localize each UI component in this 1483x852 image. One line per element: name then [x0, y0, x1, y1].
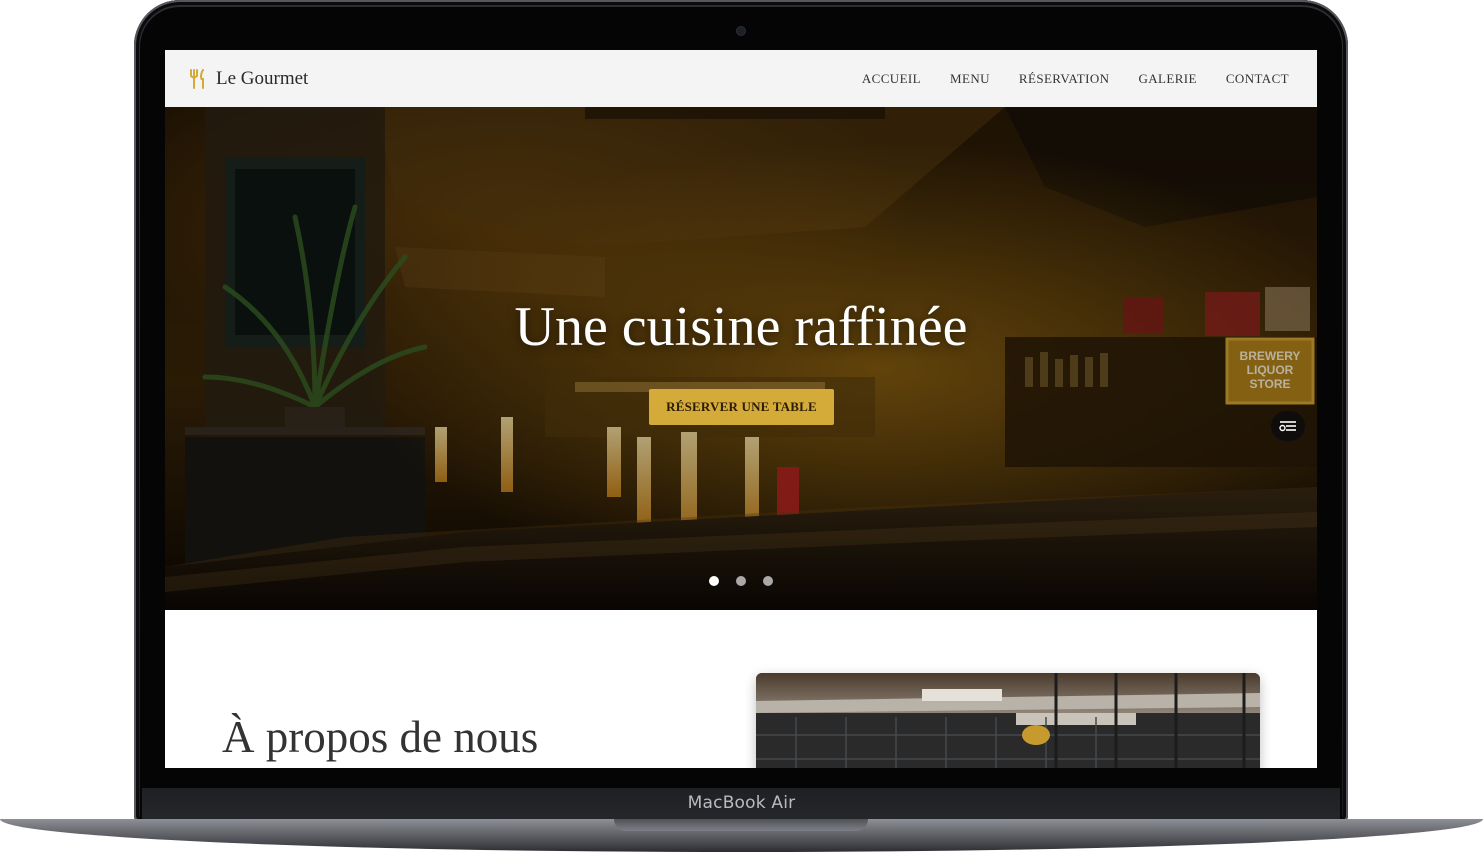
slider-dot-3[interactable] — [763, 576, 773, 586]
brand-logo[interactable]: Le Gourmet — [189, 68, 308, 90]
device-label: MacBook Air — [687, 793, 796, 813]
about-heading: À propos de nous — [222, 712, 539, 762]
fork-knife-icon — [190, 68, 204, 89]
brand-name: Le Gourmet — [216, 67, 309, 89]
main-nav: ACCUEIL MENU RÉSERVATION GALERIE CONTACT — [862, 71, 1289, 87]
nav-link-accueil[interactable]: ACCUEIL — [862, 71, 921, 87]
slider-dot-2[interactable] — [736, 576, 746, 586]
slider-dot-1[interactable] — [709, 576, 719, 586]
filter-sliders-icon — [1279, 421, 1296, 432]
kitchen-image — [756, 673, 1260, 768]
nav-link-contact[interactable]: CONTACT — [1226, 71, 1289, 87]
kitchen-photo — [756, 673, 1260, 768]
hero-title: Une cuisine raffinée — [514, 296, 968, 358]
nav-link-reservation[interactable]: RÉSERVATION — [1019, 71, 1110, 87]
nav-link-menu[interactable]: MENU — [950, 71, 990, 87]
filter-button[interactable] — [1271, 411, 1305, 441]
camera-icon — [737, 27, 745, 35]
nav-link-galerie[interactable]: GALERIE — [1138, 71, 1196, 87]
laptop-hinge-notch — [614, 819, 868, 831]
website-screen: Le Gourmet ACCUEIL MENU RÉSERVATION GALE… — [165, 50, 1317, 768]
reserve-table-button[interactable]: RÉSERVER UNE TABLE — [649, 389, 834, 425]
hero-slider: BREWERY LIQUOR STORE Une cuisine raffiné… — [165, 107, 1317, 610]
navbar: Le Gourmet ACCUEIL MENU RÉSERVATION GALE… — [165, 50, 1317, 107]
slider-dots — [165, 576, 1317, 586]
